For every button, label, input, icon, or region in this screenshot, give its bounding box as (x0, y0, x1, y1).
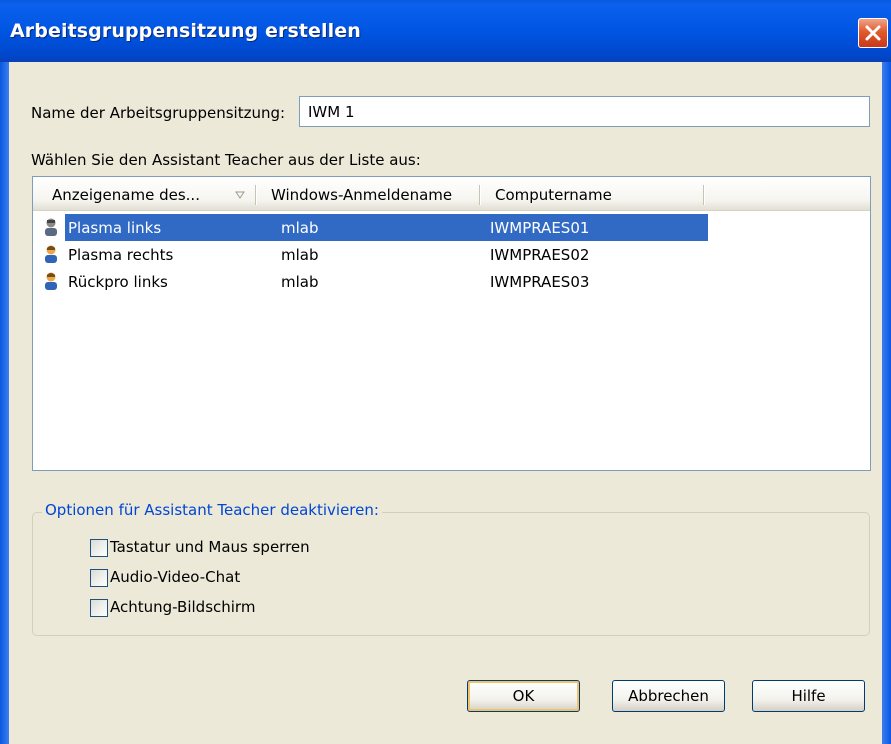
column-divider[interactable] (703, 185, 705, 205)
column-header-label: Windows-Anmeldename (271, 186, 453, 204)
close-button[interactable] (858, 18, 888, 48)
ok-button[interactable]: OK (467, 680, 580, 712)
login-cell: mlab (281, 246, 319, 264)
lock-keyboard-mouse-checkbox[interactable] (90, 539, 108, 557)
teacher-list-label: Wählen Sie den Assistant Teacher aus der… (31, 151, 421, 169)
create-workgroup-session-dialog: Arbeitsgruppensitzung erstellen Name der… (0, 0, 891, 744)
login-cell: mlab (281, 273, 319, 291)
attention-screen-checkbox[interactable] (90, 599, 108, 617)
list-row[interactable]: Rückpro links mlab IWMPRAES03 (33, 268, 708, 295)
lock-keyboard-mouse-label[interactable]: Tastatur und Maus sperren (110, 538, 310, 556)
computer-cell: IWMPRAES02 (490, 246, 590, 264)
sort-descending-icon (235, 191, 245, 199)
display-name-cell: Rückpro links (68, 273, 168, 291)
session-name-input[interactable] (299, 96, 870, 127)
computer-cell: IWMPRAES01 (490, 219, 590, 237)
computer-cell: IWMPRAES03 (490, 273, 590, 291)
column-header-display-name[interactable]: Anzeigename des... (33, 177, 257, 210)
user-icon (45, 245, 57, 263)
column-header-label: Computername (495, 186, 612, 204)
list-row[interactable]: Plasma links mlab IWMPRAES01 (33, 214, 708, 241)
assistant-teacher-list[interactable]: Anzeigename des... Windows-Anmeldename C… (32, 176, 871, 471)
list-row[interactable]: Plasma rechts mlab IWMPRAES02 (33, 241, 708, 268)
close-icon (865, 25, 881, 41)
audio-video-chat-label[interactable]: Audio-Video-Chat (110, 568, 240, 586)
display-name-cell: Plasma rechts (68, 246, 174, 264)
window-border-left (0, 62, 9, 744)
options-group-title: Optionen für Assistant Teacher deaktivie… (42, 501, 382, 519)
list-header: Anzeigename des... Windows-Anmeldename C… (33, 177, 870, 211)
column-header-label: Anzeigename des... (52, 186, 200, 204)
row-cells: Rückpro links mlab IWMPRAES03 (65, 268, 708, 295)
column-header-computer-name[interactable]: Computername (481, 177, 705, 210)
login-cell: mlab (281, 219, 319, 237)
row-cells: Plasma links mlab IWMPRAES01 (65, 214, 708, 241)
audio-video-chat-checkbox[interactable] (90, 569, 108, 587)
window-title: Arbeitsgruppensitzung erstellen (10, 20, 361, 42)
title-bar[interactable]: Arbeitsgruppensitzung erstellen (0, 0, 891, 62)
column-header-windows-login[interactable]: Windows-Anmeldename (257, 177, 481, 210)
help-button[interactable]: Hilfe (752, 680, 865, 712)
user-icon (45, 272, 57, 290)
display-name-cell: Plasma links (68, 219, 162, 237)
row-cells: Plasma rechts mlab IWMPRAES02 (65, 241, 708, 268)
cancel-button[interactable]: Abbrechen (612, 680, 725, 712)
attention-screen-label[interactable]: Achtung-Bildschirm (110, 598, 255, 616)
session-name-label: Name der Arbeitsgruppensitzung: (31, 104, 286, 122)
computer-user-icon (45, 218, 57, 236)
window-border-right (882, 62, 891, 744)
